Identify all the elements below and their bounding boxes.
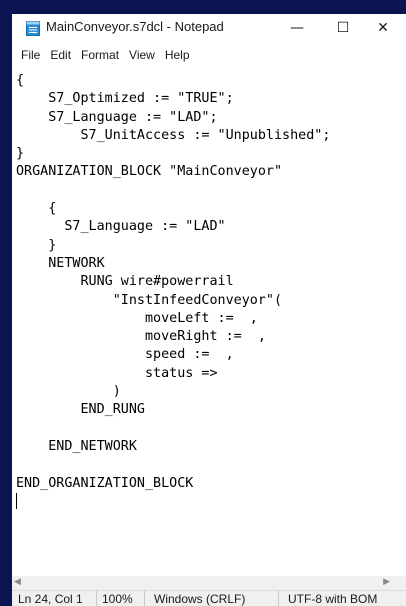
text-editor[interactable]: { S7_Optimized := "TRUE"; S7_Language :=… <box>12 68 406 576</box>
scroll-right-icon[interactable]: ▶ <box>383 577 390 587</box>
code-line: { <box>16 73 25 88</box>
menu-help[interactable]: Help <box>160 46 195 64</box>
notepad-icon <box>26 20 40 36</box>
status-divider <box>278 591 279 606</box>
menu-edit[interactable]: Edit <box>45 46 76 64</box>
menu-file[interactable]: File <box>16 46 45 64</box>
code-line: S7_Language := "LAD" <box>16 219 226 235</box>
code-line: S7_Optimized := "TRUE"; <box>16 91 234 107</box>
code-text[interactable]: { S7_Optimized := "TRUE"; S7_Language :=… <box>16 72 330 511</box>
menu-bar: File Edit Format View Help <box>12 44 406 66</box>
menu-format[interactable]: Format <box>76 46 124 64</box>
code-line: moveLeft := , <box>16 310 258 326</box>
close-button[interactable]: ✕ <box>360 14 406 42</box>
code-line: S7_UnitAccess := "Unpublished"; <box>16 127 331 143</box>
code-line: speed := , <box>16 347 234 363</box>
status-zoom: 100% <box>102 592 133 606</box>
menu-view[interactable]: View <box>124 46 160 64</box>
title-bar[interactable]: MainConveyor.s7dcl - Notepad — ☐ ✕ <box>12 14 406 42</box>
code-line: } <box>16 146 25 162</box>
code-line: "InstInfeedConveyor"( <box>16 292 283 308</box>
code-line: status => <box>16 365 218 381</box>
status-encoding: UTF-8 with BOM <box>288 592 378 606</box>
status-bar: Ln 24, Col 1 100% Windows (CRLF) UTF-8 w… <box>12 590 406 606</box>
code-line: } <box>16 237 57 253</box>
minimize-button[interactable]: — <box>274 14 320 42</box>
window-title: MainConveyor.s7dcl - Notepad <box>46 19 224 34</box>
status-cursor-position: Ln 24, Col 1 <box>18 592 83 606</box>
text-caret <box>16 492 17 509</box>
notepad-window: MainConveyor.s7dcl - Notepad — ☐ ✕ File … <box>12 14 406 606</box>
code-line: END_ORGANIZATION_BLOCK <box>16 475 194 491</box>
code-line <box>16 492 330 511</box>
code-line: NETWORK <box>16 255 105 271</box>
code-line: moveRight := , <box>16 329 266 345</box>
code-line: ) <box>16 384 121 400</box>
status-divider <box>96 591 97 606</box>
status-divider <box>144 591 145 606</box>
horizontal-scrollbar[interactable]: ◀ ▶ <box>12 576 406 590</box>
scroll-left-icon[interactable]: ◀ <box>14 577 21 587</box>
code-line: { <box>16 201 57 217</box>
code-line: END_RUNG <box>16 402 145 418</box>
code-line: RUNG wire#powerrail <box>16 274 234 290</box>
status-line-ending: Windows (CRLF) <box>154 592 246 606</box>
code-line: ORGANIZATION_BLOCK "MainConveyor" <box>16 164 283 180</box>
code-line: END_NETWORK <box>16 438 137 454</box>
code-line: S7_Language := "LAD"; <box>16 109 218 125</box>
